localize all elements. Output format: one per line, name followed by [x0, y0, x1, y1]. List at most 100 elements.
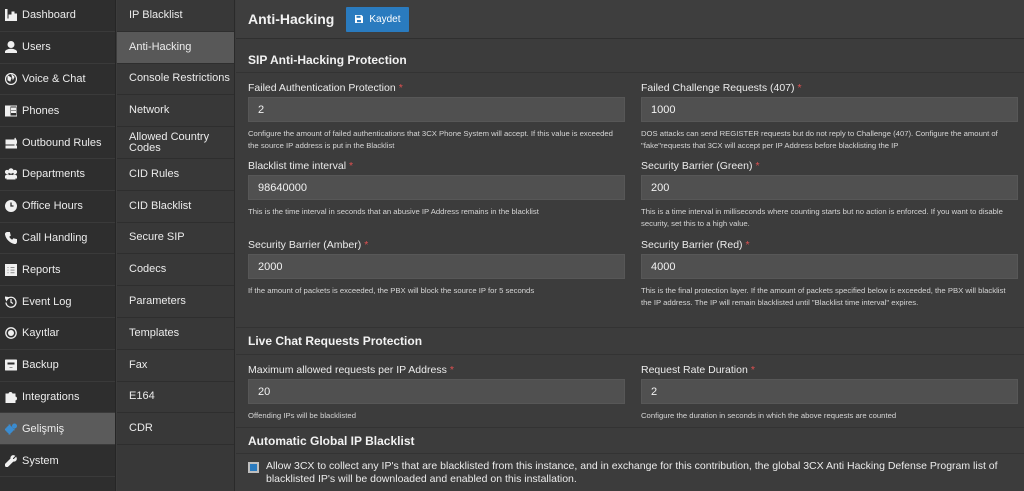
failed-challenge-help: DOS attacks can send REGISTER requests b… — [641, 129, 998, 150]
rate-duration-help: Configure the duration in seconds in whi… — [641, 411, 897, 420]
phone-grid-icon — [5, 105, 17, 117]
global-blacklist-checkbox[interactable] — [248, 462, 259, 473]
barrier-amber-input[interactable] — [248, 254, 625, 279]
required-marker: * — [349, 160, 354, 172]
submenu-item-parameters[interactable]: Parameters — [117, 286, 234, 318]
group-icon — [5, 168, 17, 180]
failed-auth-help: Configure the amount of failed authentic… — [248, 129, 613, 150]
nav-item-system[interactable]: System — [0, 445, 115, 477]
nav-item-label: Gelişmiş — [22, 422, 65, 435]
nav-item-label: Call Handling — [22, 231, 88, 244]
required-marker: * — [745, 239, 750, 251]
required-marker: * — [449, 364, 454, 376]
nav-item-event-log[interactable]: Event Log — [0, 286, 115, 318]
nav-item-label: Departments — [22, 168, 85, 181]
barrier-red-input[interactable] — [641, 254, 1018, 279]
nav-item-backup[interactable]: Backup — [0, 350, 115, 382]
barrier-red-label: Security Barrier (Red) — [641, 239, 743, 251]
record-icon — [5, 327, 17, 340]
nav-item-label: Event Log — [22, 295, 72, 308]
advanced-submenu: IP Blacklist Anti-Hacking Console Restri… — [117, 0, 235, 491]
max-requests-help: Offending IPs will be blacklisted — [248, 411, 356, 420]
submenu-item-e164[interactable]: E164 — [117, 382, 234, 414]
barrier-red-help: This is the final protection layer. If t… — [641, 286, 1006, 307]
section-divider — [236, 354, 1024, 355]
submenu-item-secure-sip[interactable]: Secure SIP — [117, 223, 234, 255]
failed-challenge-input[interactable] — [641, 97, 1018, 122]
dashboard-icon — [5, 9, 17, 22]
barrier-amber-label: Security Barrier (Amber) — [248, 239, 362, 251]
failed-auth-label: Failed Authentication Protection — [248, 82, 396, 94]
submenu-item-fax[interactable]: Fax — [117, 350, 234, 382]
nav-item-gelismis[interactable]: Gelişmiş — [0, 413, 115, 446]
global-blacklist-checkbox-label: Allow 3CX to collect any IP's that are b… — [266, 460, 998, 485]
max-requests-field: Maximum allowed requests per IP Address *… — [248, 364, 625, 422]
section-divider — [236, 427, 1024, 428]
nav-item-label: Office Hours — [22, 200, 83, 213]
submenu-item-cid-rules[interactable]: CID Rules — [117, 159, 234, 191]
submenu-item-anti-hacking[interactable]: Anti-Hacking — [117, 31, 234, 64]
section-divider — [236, 327, 1024, 328]
nav-item-office-hours[interactable]: Office Hours — [0, 191, 115, 223]
max-requests-input[interactable] — [248, 379, 625, 404]
nav-item-label: Reports — [22, 263, 61, 276]
nav-item-dashboard[interactable]: Dashboard — [0, 0, 115, 32]
failed-auth-input[interactable] — [248, 97, 625, 122]
nav-item-reports[interactable]: Reports — [0, 254, 115, 287]
barrier-green-field: Security Barrier (Green)* This is a time… — [641, 160, 1018, 230]
nav-item-label: Integrations — [22, 390, 80, 403]
submenu-item-allowed-country-codes[interactable]: Allowed Country Codes — [117, 127, 234, 159]
barrier-green-input[interactable] — [641, 175, 1018, 200]
nav-item-call-handling[interactable]: Call Handling — [0, 223, 115, 255]
section-divider — [236, 72, 1024, 73]
nav-item-outbound-rules[interactable]: Outbound Rules — [0, 127, 115, 159]
history-icon — [5, 296, 17, 308]
required-marker: * — [755, 160, 760, 172]
main-sidebar: Dashboard Users Voice & Chat Phones Outb… — [0, 0, 116, 491]
outbound-arrow-icon — [5, 137, 17, 149]
barrier-green-label: Security Barrier (Green) — [641, 160, 753, 172]
handset-icon — [5, 231, 17, 244]
submenu-item-cid-blacklist[interactable]: CID Blacklist — [117, 191, 234, 223]
puzzle-icon — [5, 391, 17, 403]
nav-item-label: Backup — [22, 359, 59, 372]
save-button[interactable]: Kaydet — [346, 6, 410, 32]
nav-item-users[interactable]: Users — [0, 32, 115, 64]
rate-duration-field: Request Rate Duration* Configure the dur… — [641, 364, 1018, 422]
blacklist-interval-input[interactable] — [248, 175, 625, 200]
rate-duration-input[interactable] — [641, 379, 1018, 404]
failed-auth-field: Failed Authentication Protection* Config… — [248, 82, 625, 152]
section-divider — [236, 453, 1024, 454]
nav-item-voice-chat[interactable]: Voice & Chat — [0, 64, 115, 96]
main-content: Anti-Hacking Kaydet SIP Anti-Hacking Pro… — [236, 0, 1024, 491]
user-icon — [5, 41, 17, 54]
nav-item-label: Dashboard — [22, 9, 76, 22]
blacklist-interval-label: Blacklist time interval — [248, 160, 347, 172]
submenu-item-templates[interactable]: Templates — [117, 318, 234, 350]
nav-item-phones[interactable]: Phones — [0, 95, 115, 128]
submenu-item-codecs[interactable]: Codecs — [117, 254, 234, 287]
nav-item-kayitlar[interactable]: Kayıtlar — [0, 318, 115, 350]
submenu-item-network[interactable]: Network — [117, 95, 234, 128]
barrier-green-help: This is a time interval in milliseconds … — [641, 207, 1003, 228]
nav-item-departments[interactable]: Departments — [0, 159, 115, 191]
submenu-item-cdr[interactable]: CDR — [117, 413, 234, 446]
page-header: Anti-Hacking Kaydet — [236, 0, 1024, 39]
failed-challenge-field: Failed Challenge Requests (407)* DOS att… — [641, 82, 1018, 152]
nav-item-label: Outbound Rules — [22, 136, 102, 149]
chat-section-title: Live Chat Requests Protection — [248, 334, 423, 348]
nav-item-integrations[interactable]: Integrations — [0, 382, 115, 414]
submenu-item-console-restrictions[interactable]: Console Restrictions — [117, 64, 234, 96]
nav-item-label: System — [22, 454, 59, 467]
blacklist-interval-help: This is the time interval in seconds tha… — [248, 207, 539, 216]
nav-item-label: Voice & Chat — [22, 72, 86, 85]
submenu-item-ip-blacklist[interactable]: IP Blacklist — [117, 0, 234, 32]
nav-item-label: Users — [22, 41, 51, 54]
page-title: Anti-Hacking — [248, 11, 335, 27]
globe-icon — [5, 72, 17, 85]
wrench-icon — [5, 454, 17, 467]
sip-section-title: SIP Anti-Hacking Protection — [248, 53, 407, 67]
floppy-disk-icon — [355, 15, 364, 23]
global-blacklist-option: Allow 3CX to collect any IP's that are b… — [248, 460, 1018, 486]
nav-item-label: Phones — [22, 104, 60, 117]
